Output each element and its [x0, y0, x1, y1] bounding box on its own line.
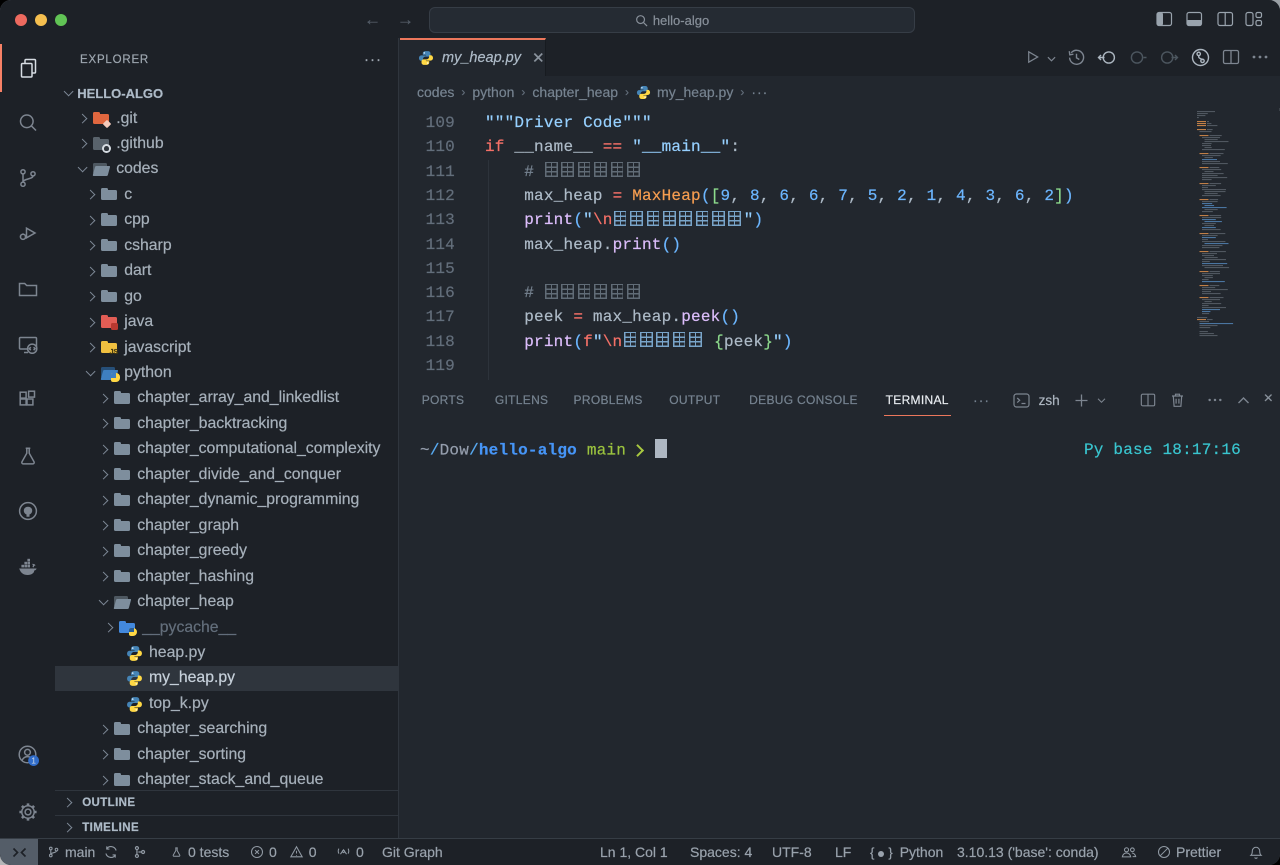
- svg-text:1: 1: [31, 756, 36, 766]
